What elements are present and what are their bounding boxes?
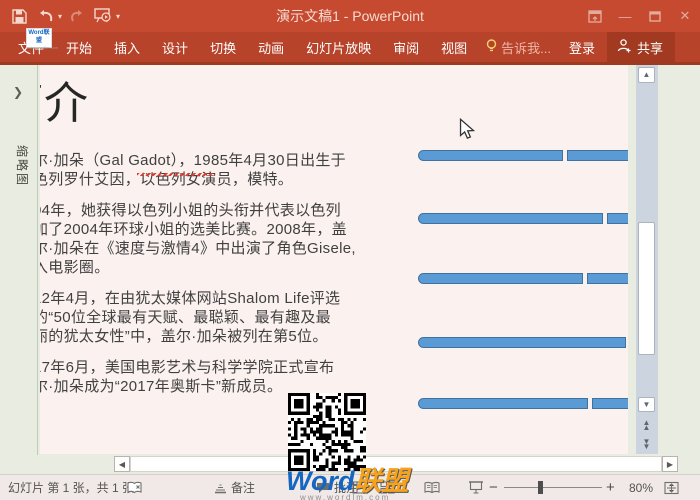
ribbon-tab-1[interactable]: 开始: [55, 32, 103, 62]
zoom-in-button[interactable]: +: [606, 475, 615, 500]
vertical-scrollbar[interactable]: ▲ ▼ ▲▲ ▼▼: [636, 65, 658, 454]
body-line: 尔·加朵在《速度与激情4》中出演了角色Gisele,: [40, 239, 356, 258]
tell-me-label: 告诉我...: [501, 38, 551, 57]
ribbon-tab-5[interactable]: 动画: [247, 32, 295, 62]
scroll-right-icon[interactable]: ▶: [662, 456, 678, 472]
scroll-up-icon[interactable]: ▲: [638, 67, 655, 83]
zoom-slider-thumb[interactable]: [538, 481, 543, 494]
bar-segment-long[interactable]: [418, 213, 603, 224]
qr-logo-url: www.wordlm.com: [27, 45, 51, 50]
body-line: 加了2004年环球小姐的选美比赛。2008年，盖: [40, 220, 356, 239]
title-bar: ▾ ▾ 演示文稿1 - PowerPoint — ✕: [0, 0, 700, 32]
window-controls: — ✕: [580, 0, 700, 32]
ribbon-tab-7[interactable]: 审阅: [382, 32, 430, 62]
expand-pane-icon[interactable]: ❯: [13, 85, 23, 99]
ribbon-tab-6[interactable]: 幻灯片放映: [295, 32, 382, 62]
share-label: 共享: [637, 38, 663, 57]
minimize-icon[interactable]: —: [610, 0, 640, 32]
qr-center-logo: Word联盟 www.wordlm.com: [26, 28, 52, 48]
zoom-slider-track[interactable]: [504, 487, 602, 488]
tab-tell-me[interactable]: 告诉我...: [478, 38, 559, 57]
previous-slide-icon[interactable]: ▲▲: [638, 418, 655, 433]
ribbon-display-options-icon[interactable]: [580, 0, 610, 32]
slide-body-text[interactable]: 尔·加朵（Gal Gadot），1985年4月30日出生于色列罗什艾因，以色列女…: [40, 151, 356, 408]
zoom-out-button[interactable]: −: [489, 475, 498, 500]
qr-code-watermark: [288, 393, 366, 471]
sign-in-button[interactable]: 登录: [559, 38, 605, 57]
thumbnail-pane-label: 缩略图: [14, 145, 31, 171]
qr-logo-text: Word联盟: [27, 29, 51, 45]
share-button[interactable]: 共享: [607, 32, 675, 62]
quick-access-toolbar: ▾ ▾: [0, 5, 120, 27]
fit-slide-to-window-icon[interactable]: [664, 475, 679, 500]
body-line: 入电影圈。: [40, 258, 356, 277]
redo-icon: [66, 5, 88, 27]
bar-shape[interactable]: [418, 337, 644, 348]
notes-button[interactable]: 备注: [214, 475, 255, 500]
site-watermark: Word联盟 www.wordlm.com: [286, 468, 409, 500]
slideshow-view-icon[interactable]: [468, 475, 484, 500]
scroll-left-icon[interactable]: ◀: [114, 456, 130, 472]
thumbnail-pane-collapsed[interactable]: ❯ 缩略图: [0, 65, 38, 455]
body-line: 尔·加朵（Gal Gadot），1985年4月30日出生于: [40, 151, 356, 170]
spellcheck-underline: [137, 173, 215, 176]
slide-title[interactable]: 简介: [40, 67, 88, 131]
ribbon-tab-8[interactable]: 视图: [430, 32, 478, 62]
body-line: 丽的犹太女性”中，盖尔·加朵被列在第5位。: [40, 327, 356, 346]
scroll-down-icon[interactable]: ▼: [638, 397, 655, 412]
body-line: 17年6月，美国电影艺术与科学学院正式宣布: [40, 358, 356, 377]
spellcheck-status-icon[interactable]: [127, 475, 143, 500]
watermark-lm: 联盟: [355, 466, 409, 496]
undo-icon[interactable]: [34, 5, 56, 27]
body-line: 12年4月，在由犹太媒体网站Shalom Life评选: [40, 289, 356, 308]
bar-segment-long[interactable]: [418, 398, 588, 409]
body-paragraph: 尔·加朵（Gal Gadot），1985年4月30日出生于色列罗什艾因，以色列女…: [40, 151, 356, 189]
vertical-scroll-thumb[interactable]: [638, 222, 655, 355]
person-plus-icon: [617, 38, 632, 56]
bar-shape[interactable]: [418, 150, 644, 161]
watermark-word: Word: [286, 466, 355, 496]
notes-icon: [214, 482, 227, 494]
ribbon-tab-4[interactable]: 切换: [199, 32, 247, 62]
bar-shape[interactable]: [418, 398, 644, 409]
bar-shape[interactable]: [418, 213, 644, 224]
close-icon[interactable]: ✕: [670, 0, 700, 32]
reading-view-icon[interactable]: [424, 475, 440, 500]
bar-segment-long[interactable]: [418, 150, 563, 161]
bar-shapes[interactable]: [418, 65, 644, 425]
slide-number-indicator[interactable]: 幻灯片 第 1 张，共 1 张: [8, 475, 134, 500]
notes-label: 备注: [231, 479, 255, 496]
maximize-icon[interactable]: [640, 0, 670, 32]
canvas-right-edge: [658, 65, 668, 454]
bar-segment-long[interactable]: [418, 273, 583, 284]
next-slide-icon[interactable]: ▼▼: [638, 437, 655, 452]
body-line: 的“50位全球最有天赋、最聪颖、最有趣及最: [40, 308, 356, 327]
ribbon-tab-3[interactable]: 设计: [151, 32, 199, 62]
body-paragraph: 04年，她获得以色列小姐的头衔并代表以色列加了2004年环球小姐的选美比赛。20…: [40, 201, 356, 277]
bar-shape[interactable]: [418, 273, 644, 284]
body-line: 04年，她获得以色列小姐的头衔并代表以色列: [40, 201, 356, 220]
lightbulb-icon: [486, 39, 497, 56]
ribbon-tab-2[interactable]: 插入: [103, 32, 151, 62]
ribbon-tab-row: 文件开始插入设计切换动画幻灯片放映审阅视图 告诉我... 登录 共享: [0, 32, 700, 65]
canvas-gap: [628, 65, 636, 454]
customize-qat-icon[interactable]: ▾: [116, 12, 120, 21]
mouse-cursor: [458, 118, 476, 140]
bar-segment-long[interactable]: [418, 337, 626, 348]
body-paragraph: 17年6月，美国电影艺术与科学学院正式宣布尔·加朵成为“2017年奥斯卡”新成员…: [40, 358, 356, 396]
save-icon[interactable]: [8, 5, 30, 27]
undo-dropdown-icon[interactable]: ▾: [58, 12, 62, 21]
body-paragraph: 12年4月，在由犹太媒体网站Shalom Life评选的“50位全球最有天赋、最…: [40, 289, 356, 346]
start-slideshow-icon[interactable]: [92, 5, 114, 27]
zoom-level[interactable]: 80%: [629, 475, 653, 500]
